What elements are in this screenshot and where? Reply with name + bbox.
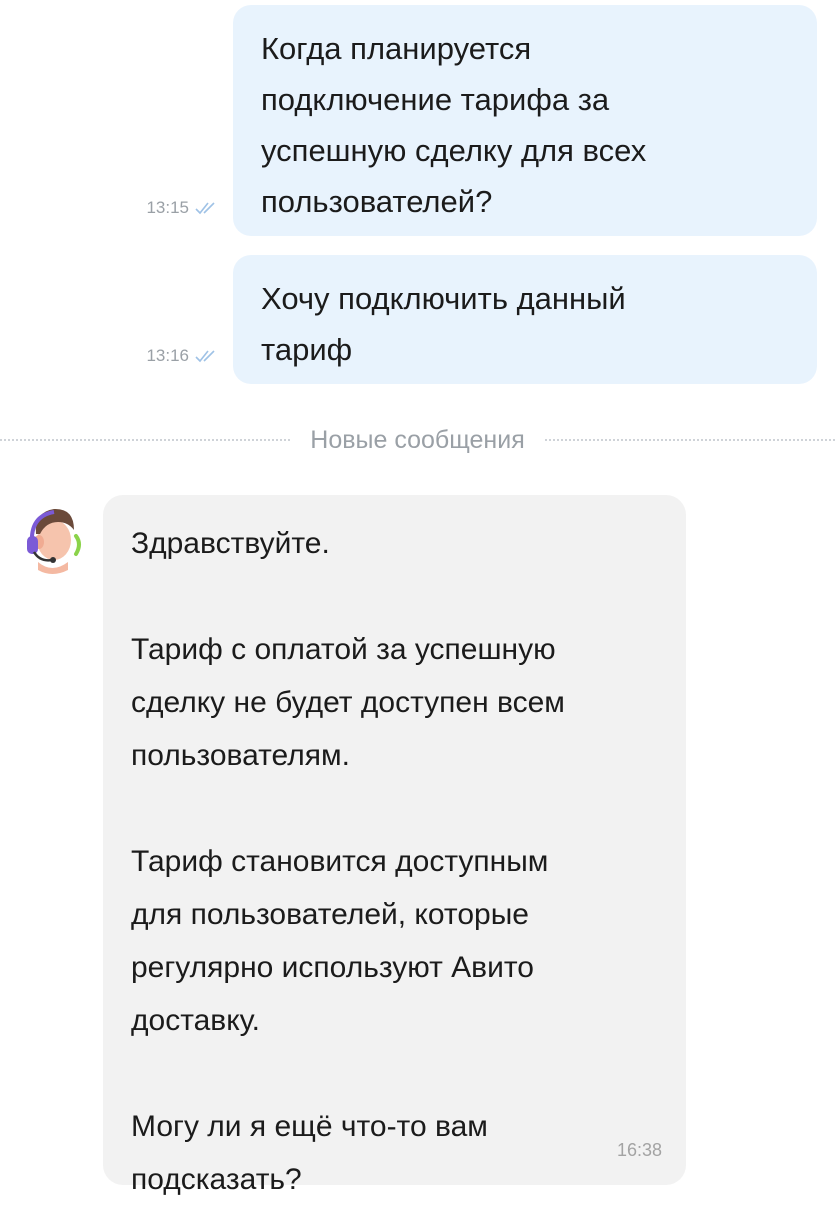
message-paragraph: Тариф становится доступным для пользоват… — [131, 845, 549, 1037]
divider-line — [544, 439, 835, 441]
message-meta: 13:15 — [146, 198, 219, 218]
new-messages-divider: Новые сообщения — [0, 418, 835, 462]
message-time: 13:16 — [146, 346, 189, 365]
message-paragraph: Тариф с оплатой за успешную сделку не бу… — [131, 633, 565, 772]
message-time: 13:15 — [146, 198, 189, 217]
message-paragraph: Здравствуйте. — [131, 527, 330, 560]
message-bubble: Хочу подключить данный тариф — [233, 255, 817, 384]
divider-label: Новые сообщения — [310, 425, 525, 454]
message-meta: 13:16 — [146, 346, 219, 366]
double-check-icon — [195, 350, 215, 363]
divider-line — [0, 439, 291, 441]
support-agent-avatar[interactable] — [18, 500, 86, 576]
message-bubble: Когда планируется подключение тарифа за … — [233, 5, 817, 236]
outgoing-message[interactable]: 13:16 Хочу подключить данный тариф — [146, 255, 817, 384]
chat-thread: 13:15 Когда планируется подключение тари… — [0, 0, 835, 1200]
message-time: 16:38 — [616, 1140, 662, 1160]
double-check-icon — [195, 202, 215, 215]
message-paragraph: Могу ли я ещё что-то вам подсказать? — [131, 1110, 488, 1196]
outgoing-message[interactable]: 13:15 Когда планируется подключение тари… — [146, 5, 817, 236]
incoming-message[interactable]: Здравствуйте. Тариф с оплатой за успешну… — [103, 495, 686, 1196]
